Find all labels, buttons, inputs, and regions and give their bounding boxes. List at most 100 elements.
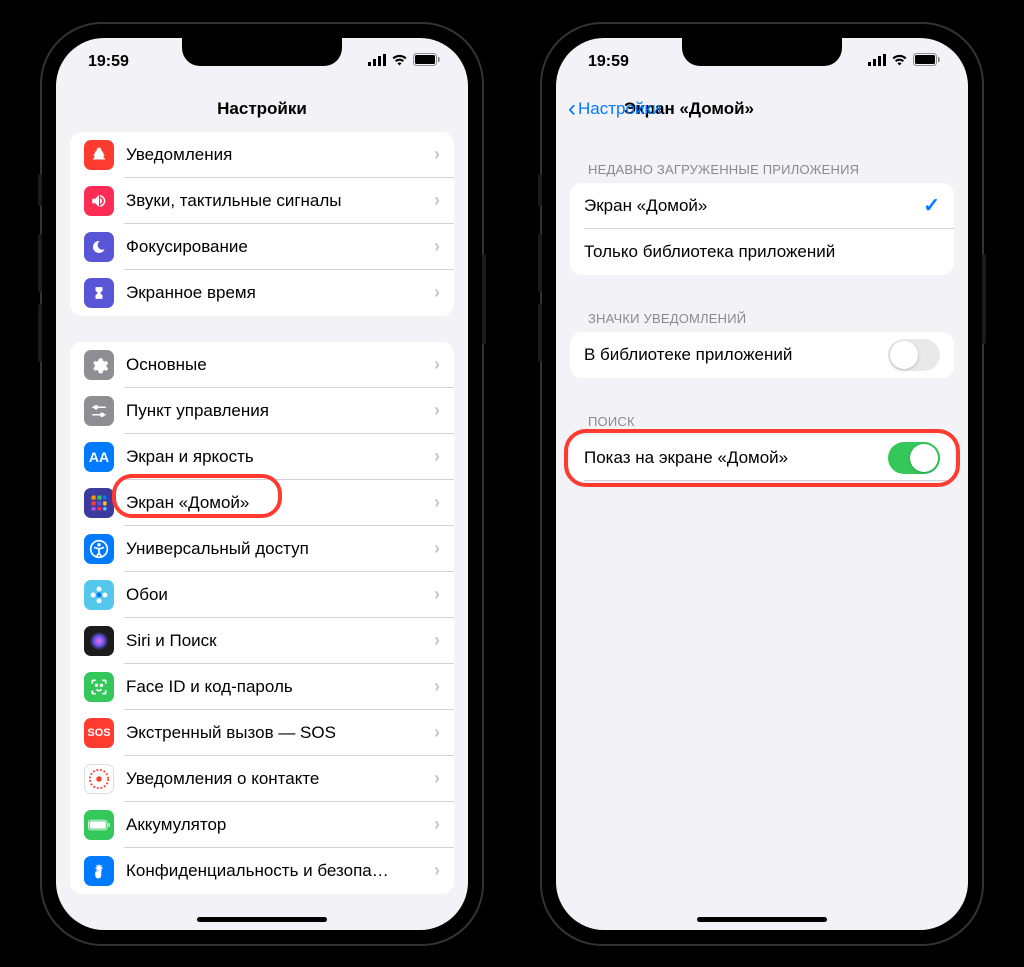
hourglass-icon [84, 278, 114, 308]
settings-group-1: Уведомления›Звуки, тактильные сигналы›Фо… [70, 132, 454, 316]
row-label: Пункт управления [126, 401, 434, 421]
contact-icon [84, 764, 114, 794]
section-badges: В библиотеке приложений [570, 332, 954, 378]
gear-icon [84, 350, 114, 380]
chevron-right-icon: › [434, 768, 440, 789]
settings-row[interactable]: Уведомления о контакте› [70, 756, 454, 802]
chevron-left-icon: ‹ [568, 95, 576, 123]
chevron-right-icon: › [434, 144, 440, 165]
chevron-right-icon: › [434, 282, 440, 303]
flower-icon [84, 580, 114, 610]
status-time: 19:59 [88, 53, 129, 71]
wifi-icon [891, 53, 908, 71]
row-label: Экранное время [126, 283, 434, 303]
access-icon [84, 534, 114, 564]
row-label: Экран «Домой» [126, 493, 434, 513]
home-indicator[interactable] [197, 917, 327, 922]
section-search: Показ на экране «Домой» [570, 435, 954, 481]
settings-row[interactable]: Экран «Домой»✓ [570, 183, 954, 229]
back-button[interactable]: ‹ Настройки [568, 95, 661, 123]
settings-row[interactable]: Экран «Домой»› [70, 480, 454, 526]
sound-icon [84, 186, 114, 216]
settings-row[interactable]: Фокусирование› [70, 224, 454, 270]
toggle-switch[interactable] [888, 339, 940, 371]
chevron-right-icon: › [434, 400, 440, 421]
status-time: 19:59 [588, 53, 629, 71]
row-label: Siri и Поиск [126, 631, 434, 651]
settings-row[interactable]: AA Экран и яркость› [70, 434, 454, 480]
settings-row[interactable]: Конфиденциальность и безопа…› [70, 848, 454, 894]
chevron-right-icon: › [434, 236, 440, 257]
settings-row[interactable]: Универсальный доступ› [70, 526, 454, 572]
settings-row[interactable]: Звуки, тактильные сигналы› [70, 178, 454, 224]
row-label: Аккумулятор [126, 815, 434, 835]
row-label: В библиотеке приложений [584, 345, 888, 365]
row-label: Уведомления о контакте [126, 769, 434, 789]
settings-row[interactable]: Пункт управления› [70, 388, 454, 434]
siri-icon [84, 626, 114, 656]
chevron-right-icon: › [434, 722, 440, 743]
chevron-right-icon: › [434, 492, 440, 513]
row-label: Экран и яркость [126, 447, 434, 467]
chevron-right-icon: › [434, 584, 440, 605]
settings-row[interactable]: Показ на экране «Домой» [570, 435, 954, 481]
section-header-recent: Недавно загруженные приложения [570, 156, 954, 183]
chevron-right-icon: › [434, 190, 440, 211]
hand-icon [84, 856, 114, 886]
phone-right: 19:59 ‹ Настройки Экран «Домой» Недавно … [542, 24, 982, 944]
aa-icon: AA [84, 442, 114, 472]
section-recent: Экран «Домой»✓ Только библиотека приложен… [570, 183, 954, 275]
row-label: Уведомления [126, 145, 434, 165]
checkmark-icon: ✓ [923, 193, 940, 218]
row-label: Универсальный доступ [126, 539, 434, 559]
signal-icon [368, 53, 386, 71]
settings-row[interactable]: Siri и Поиск› [70, 618, 454, 664]
settings-row[interactable]: Основные› [70, 342, 454, 388]
phone-left: 19:59 Настройки Уведомления›Звуки, такти… [42, 24, 482, 944]
chevron-right-icon: › [434, 676, 440, 697]
settings-row[interactable]: Экранное время› [70, 270, 454, 316]
settings-row[interactable]: SOS Экстренный вызов — SOS› [70, 710, 454, 756]
chevron-right-icon: › [434, 538, 440, 559]
settings-row[interactable]: В библиотеке приложений [570, 332, 954, 378]
toggle-switch[interactable] [888, 442, 940, 474]
row-label: Фокусирование [126, 237, 434, 257]
battery-icon [84, 810, 114, 840]
chevron-right-icon: › [434, 860, 440, 881]
grid-icon [84, 488, 114, 518]
row-label: Экран «Домой» [584, 196, 923, 216]
chevron-right-icon: › [434, 814, 440, 835]
signal-icon [868, 53, 886, 71]
face-icon [84, 672, 114, 702]
settings-row[interactable]: Аккумулятор› [70, 802, 454, 848]
battery-icon [913, 53, 940, 71]
chevron-right-icon: › [434, 446, 440, 467]
row-label: Экстренный вызов — SOS [126, 723, 434, 743]
settings-row[interactable]: Face ID и код-пароль› [70, 664, 454, 710]
chevron-right-icon: › [434, 630, 440, 651]
row-label: Обои [126, 585, 434, 605]
settings-group-2: Основные›Пункт управления›AAЭкран и ярко… [70, 342, 454, 894]
row-label: Звуки, тактильные сигналы [126, 191, 434, 211]
row-label: Только библиотека приложений [584, 242, 940, 262]
sliders-icon [84, 396, 114, 426]
moon-icon [84, 232, 114, 262]
wifi-icon [391, 53, 408, 71]
back-label: Настройки [578, 99, 661, 119]
row-label: Face ID и код-пароль [126, 677, 434, 697]
settings-row[interactable]: Уведомления› [70, 132, 454, 178]
settings-row[interactable]: Только библиотека приложений [570, 229, 954, 275]
nav-header: Настройки [56, 86, 468, 132]
sos-icon: SOS [84, 718, 114, 748]
row-label: Показ на экране «Домой» [584, 448, 888, 468]
row-label: Конфиденциальность и безопа… [126, 861, 434, 881]
home-indicator[interactable] [697, 917, 827, 922]
section-header-search: Поиск [570, 408, 954, 435]
section-header-badges: Значки уведомлений [570, 305, 954, 332]
battery-icon [413, 53, 440, 71]
page-title: Настройки [217, 99, 307, 119]
chevron-right-icon: › [434, 354, 440, 375]
nav-header: ‹ Настройки Экран «Домой» [556, 86, 968, 132]
settings-row[interactable]: Обои› [70, 572, 454, 618]
bell-icon [84, 140, 114, 170]
